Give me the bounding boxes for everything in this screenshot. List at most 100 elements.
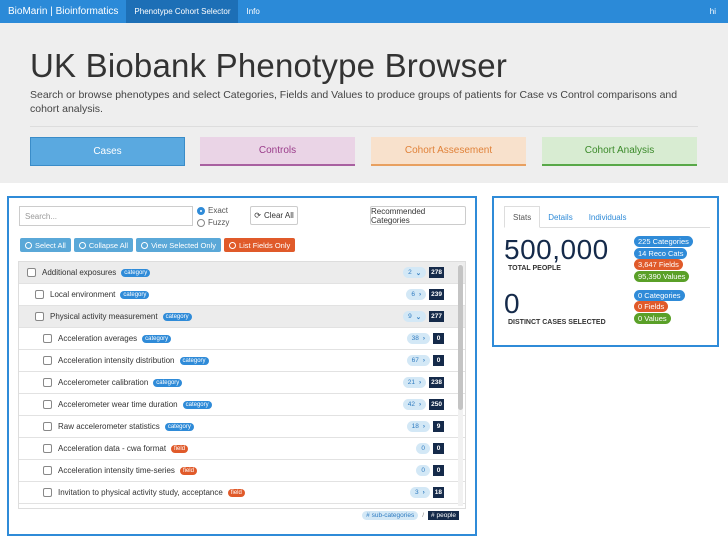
- scrollbar-thumb[interactable]: [458, 265, 463, 410]
- tab-controls[interactable]: Controls: [200, 137, 355, 166]
- recommended-categories-button[interactable]: Recommended Categories: [370, 206, 466, 225]
- hero: UK Biobank Phenotype Browser Search or b…: [0, 23, 728, 183]
- tree-row[interactable]: Accelerometer calibration category 21 › 238: [19, 372, 465, 394]
- row-counts: 00: [416, 443, 444, 454]
- row-label: Acceleration intensity time-series: [58, 466, 175, 475]
- row-label: Acceleration data - cwa format: [58, 444, 167, 453]
- sub-category-count[interactable]: 21 ›: [402, 377, 427, 388]
- row-checkbox[interactable]: [43, 466, 52, 475]
- badge-categories: 225 Categories: [634, 236, 693, 247]
- select-all-button[interactable]: Select All: [20, 238, 71, 252]
- row-label: Additional exposures: [42, 268, 117, 277]
- sub-category-count[interactable]: 6 ›: [406, 289, 427, 300]
- list-fields-only-button[interactable]: List Fields Only: [223, 238, 296, 252]
- tree-row[interactable]: Invitation to physical activity study, a…: [19, 482, 465, 504]
- chevron-right-icon[interactable]: ›: [419, 291, 421, 298]
- row-checkbox[interactable]: [27, 268, 36, 277]
- people-count: 0: [433, 333, 444, 344]
- tree-row[interactable]: Acceleration intensity distribution categ…: [19, 350, 465, 372]
- chevron-right-icon[interactable]: ›: [423, 489, 425, 496]
- row-counts: 00: [416, 465, 444, 476]
- sub-category-count[interactable]: 38 ›: [406, 333, 430, 344]
- row-type-tag: category: [153, 378, 183, 387]
- row-counts: 2 ⌄ 278: [403, 267, 444, 278]
- row-label: Local environment: [50, 290, 116, 299]
- row-checkbox[interactable]: [35, 290, 44, 299]
- people-count: 0: [433, 443, 444, 454]
- chevron-right-icon[interactable]: ›: [423, 423, 425, 430]
- sub-category-value: 2: [408, 269, 412, 276]
- page-description: Search or browse phenotypes and select C…: [30, 89, 678, 115]
- chevron-down-icon[interactable]: ⌄: [416, 269, 421, 277]
- chevron-right-icon[interactable]: ›: [423, 357, 425, 364]
- row-checkbox[interactable]: [43, 334, 52, 343]
- tree-row[interactable]: Raw accelerometer statistics category 18 › 9: [19, 416, 465, 438]
- row-label: Invitation to physical activity study, a…: [58, 488, 223, 497]
- tab-cohort-analysis[interactable]: Cohort Analysis: [542, 137, 697, 166]
- badge-selected-categories: 0 Categories: [634, 290, 685, 301]
- chevron-down-icon[interactable]: ⌄: [416, 313, 421, 321]
- radio-exact-label: Exact: [208, 206, 229, 215]
- sub-category-value: 0: [421, 445, 425, 452]
- sub-category-count[interactable]: 0: [416, 465, 430, 476]
- tab-stats[interactable]: Stats: [504, 206, 541, 228]
- chevron-right-icon[interactable]: ›: [423, 335, 425, 342]
- tree-row[interactable]: Physical activity measurement category 9 ⌄ 2…: [19, 306, 465, 328]
- tab-cohort-assessment[interactable]: Cohort Assesement: [371, 137, 526, 166]
- collapse-all-button[interactable]: Collapse All: [73, 238, 134, 252]
- sub-category-count[interactable]: 18 ›: [406, 421, 430, 432]
- nav-phenotype-cohort-selector[interactable]: Phenotype Cohort Selector: [126, 0, 239, 23]
- row-type-tag: category: [121, 268, 151, 277]
- row-checkbox[interactable]: [43, 378, 52, 387]
- tree-row[interactable]: Local environment category 6 › 239: [19, 284, 465, 306]
- radio-fuzzy-dot[interactable]: [197, 218, 205, 227]
- clear-all-button[interactable]: ⟳ Clear All: [250, 206, 298, 225]
- people-count: 250: [429, 399, 444, 410]
- row-label: Accelerometer wear time duration: [58, 400, 178, 409]
- radio-fuzzy[interactable]: Fuzzy: [197, 218, 229, 227]
- sub-category-count[interactable]: 0: [416, 443, 430, 454]
- sub-category-count[interactable]: 67 ›: [406, 355, 430, 366]
- chevron-right-icon[interactable]: ›: [419, 379, 421, 386]
- tree-row[interactable]: Acceleration data - cwa format field 0 0: [19, 438, 465, 460]
- tab-details[interactable]: Details: [540, 206, 580, 228]
- row-counts: 38 › 0: [406, 333, 444, 344]
- people-count: 18: [432, 487, 444, 498]
- search-input[interactable]: Search...: [19, 206, 193, 226]
- row-checkbox[interactable]: [43, 444, 52, 453]
- row-counts: 18 › 9: [406, 421, 444, 432]
- radio-exact-dot[interactable]: [197, 206, 205, 215]
- user-menu[interactable]: hi: [710, 0, 716, 23]
- row-counts: 9 ⌄ 277: [403, 311, 444, 322]
- tree-row[interactable]: Acceleration intensity time-series field 0…: [19, 460, 465, 482]
- row-checkbox[interactable]: [43, 488, 52, 497]
- sub-category-count[interactable]: 42 ›: [402, 399, 427, 410]
- nav-info[interactable]: Info: [238, 0, 267, 23]
- chevron-right-icon[interactable]: ›: [419, 401, 421, 408]
- radio-exact[interactable]: Exact: [197, 206, 228, 215]
- sub-category-count[interactable]: 2 ⌄: [403, 267, 427, 278]
- badge-reco-cats: 14 Reco Cats: [634, 248, 688, 259]
- brand[interactable]: BioMarin | Bioinformatics: [0, 6, 126, 17]
- tree-row[interactable]: Accelerometer wear time duration category…: [19, 394, 465, 416]
- row-label: Physical activity measurement: [50, 312, 158, 321]
- row-checkbox[interactable]: [35, 312, 44, 321]
- people-count: 238: [429, 377, 444, 388]
- row-type-tag: category: [162, 312, 192, 321]
- total-people-count: 500,000: [504, 234, 609, 265]
- circle-eye-icon: [141, 241, 149, 249]
- sub-category-count[interactable]: 9 ⌄: [403, 311, 427, 322]
- view-selected-only-button[interactable]: View Selected Only: [136, 238, 221, 252]
- navbar: BioMarin | Bioinformatics Phenotype Coho…: [0, 0, 728, 23]
- divider: [30, 126, 698, 127]
- tab-individuals[interactable]: Individuals: [581, 206, 635, 228]
- sub-category-count[interactable]: 3 ›: [409, 487, 430, 498]
- clear-all-label: Clear All: [263, 211, 294, 220]
- tree-row[interactable]: Additional exposures category 2 ⌄ 278: [19, 262, 465, 284]
- people-count: 9: [433, 421, 444, 432]
- tree-row[interactable]: Acceleration averages category 38 › 0: [19, 328, 465, 350]
- tab-cases[interactable]: Cases: [30, 137, 185, 166]
- row-checkbox[interactable]: [43, 422, 52, 431]
- row-checkbox[interactable]: [43, 400, 52, 409]
- row-checkbox[interactable]: [43, 356, 52, 365]
